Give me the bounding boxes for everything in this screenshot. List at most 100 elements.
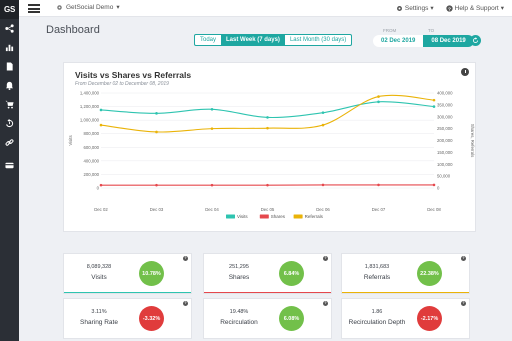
- from-date[interactable]: 02 Dec 2019: [373, 35, 424, 47]
- visits-series-line: [100, 101, 435, 119]
- help-icon: ?: [445, 4, 453, 12]
- sidebar-card-icon[interactable]: [0, 156, 19, 175]
- referrals-data-point: [155, 130, 158, 134]
- menu-toggle-icon[interactable]: [28, 4, 40, 13]
- shares-data-point: [321, 183, 325, 187]
- visits-data-point: [266, 116, 269, 119]
- help-icon[interactable]: ?: [323, 301, 328, 306]
- y-right-tick-label: 100,000: [437, 162, 453, 167]
- stat-accent-bar: [204, 291, 331, 293]
- y-left-tick-label: 1,200,000: [80, 104, 100, 109]
- legend-swatch: [226, 214, 235, 219]
- x-tick-label: Dec 08: [427, 207, 441, 212]
- shares-data-point: [377, 183, 380, 187]
- visits-data-point: [210, 107, 214, 111]
- y-left-tick-label: 1,000,000: [80, 118, 100, 123]
- y-right-axis-label: Shares, Referrals: [470, 124, 475, 157]
- help-icon[interactable]: ?: [323, 256, 328, 261]
- stat-change-badge: -3.32%: [139, 306, 164, 331]
- y-left-tick-label: 800,000: [83, 131, 99, 136]
- stat-value: 1,831,683: [364, 264, 390, 270]
- referrals-data-point: [210, 127, 214, 130]
- stat-value: 3.11%: [91, 309, 107, 315]
- visits-data-point: [377, 100, 380, 104]
- visits-shares-referrals-chart: 0 200,000 400,000 600,000 800,000 1,000,000 1,…: [68, 91, 475, 220]
- help-icon[interactable]: ?: [461, 256, 466, 261]
- gear-icon: [57, 4, 62, 10]
- chevron-down-icon: ▾: [430, 5, 434, 12]
- help-icon[interactable]: ?: [461, 301, 466, 306]
- stat-card-referrals: 1,831,683 Referrals 22.38% ?: [341, 253, 470, 294]
- tab-last-week[interactable]: Last Week (7 days): [221, 35, 285, 45]
- visits-data-point: [432, 105, 436, 108]
- legend-label: Shares: [271, 214, 286, 219]
- tab-today[interactable]: Today: [195, 35, 221, 45]
- legend-label: Referrals: [305, 214, 324, 219]
- sidebar-bell-icon[interactable]: [0, 76, 19, 95]
- help-icon[interactable]: ?: [183, 301, 188, 306]
- app-logo[interactable]: GS: [0, 0, 19, 19]
- stat-label: Shares: [228, 274, 250, 281]
- stat-value: 8,089,328: [86, 264, 112, 270]
- sidebar-document-icon[interactable]: [0, 57, 19, 76]
- settings-menu[interactable]: Settings ▾: [396, 4, 434, 12]
- x-tick-label: Dec 03: [150, 207, 164, 212]
- chevron-down-icon: ▾: [116, 4, 120, 11]
- y-left-tick-label: 200,000: [83, 172, 99, 177]
- stat-label: Recirculation Depth: [348, 319, 406, 326]
- tab-last-month[interactable]: Last Month (30 days): [285, 35, 351, 45]
- help-icon[interactable]: ?: [183, 256, 188, 261]
- visits-data-point: [321, 111, 325, 114]
- stat-change-badge: 22.38%: [417, 261, 442, 286]
- y-left-tick-label: 600,000: [83, 145, 99, 150]
- visits-data-point: [155, 112, 158, 115]
- stat-value: 251,295: [229, 264, 249, 270]
- from-label: FROM: [383, 28, 397, 33]
- referrals-data-point: [432, 98, 436, 102]
- y-right-tick-label: 200,000: [437, 138, 453, 143]
- top-bar: GetSocial Demo ▾ Settings ▾ ? Help & Sup…: [19, 0, 512, 17]
- x-tick-label: Dec 05: [261, 207, 275, 212]
- stat-accent-bar: [64, 291, 191, 293]
- sidebar-history-icon[interactable]: [0, 114, 19, 133]
- stat-value: 19.48%: [229, 309, 249, 315]
- sidebar-share-icon[interactable]: [0, 19, 19, 38]
- refresh-button[interactable]: [470, 35, 481, 46]
- sidebar-bar-chart-icon[interactable]: [0, 38, 19, 57]
- stat-accent-bar: [342, 291, 469, 293]
- to-label: TO: [428, 28, 435, 33]
- y-left-tick-label: 1,400,000: [80, 91, 100, 96]
- chart-card: Visits vs Shares vs Referrals From Decem…: [63, 62, 476, 232]
- to-date[interactable]: 08 Dec 2019: [423, 35, 474, 47]
- date-range-tabs: Today Last Week (7 days) Last Month (30 …: [194, 34, 353, 46]
- y-right-tick-label: 350,000: [437, 102, 453, 107]
- shares-data-point: [432, 183, 436, 187]
- legend-swatch: [293, 214, 303, 219]
- stat-label: Recirculation: [220, 319, 258, 326]
- legend-label: Visits: [237, 214, 248, 219]
- stat-change-badge: 6.84%: [279, 261, 304, 286]
- x-tick-label: Dec 06: [316, 207, 330, 212]
- y-right-tick-label: 0: [437, 186, 440, 191]
- page-title: Dashboard: [46, 24, 100, 36]
- referrals-data-point: [321, 123, 325, 127]
- stat-change-badge: -2.17%: [417, 306, 442, 331]
- sidebar-link-icon[interactable]: [0, 133, 19, 152]
- stat-change-badge: 10.78%: [139, 261, 164, 286]
- referrals-data-point: [99, 123, 103, 127]
- stat-card-visits: 8,089,328 Visits 10.78% ?: [63, 253, 192, 294]
- chevron-down-icon: ▾: [500, 5, 504, 12]
- x-tick-label: Dec 02: [94, 207, 108, 212]
- stat-card-recirculation: 19.48% Recirculation 6.08% ?: [203, 298, 332, 339]
- account-selector[interactable]: GetSocial Demo ▾: [56, 3, 120, 11]
- settings-gear-icon: [396, 5, 402, 11]
- sidebar-cart-icon[interactable]: [0, 95, 19, 114]
- date-range-picker: 02 Dec 2019 08 Dec 2019: [373, 35, 474, 47]
- y-right-tick-label: 300,000: [437, 114, 453, 119]
- stat-card-shares: 251,295 Shares 6.84% ?: [203, 253, 332, 294]
- referrals-data-point: [266, 126, 269, 130]
- stat-value: 1.86: [371, 309, 383, 315]
- help-menu[interactable]: ? Help & Support ▾: [445, 4, 504, 12]
- stat-change-badge: 6.08%: [279, 306, 304, 331]
- y-left-tick-label: 0: [97, 186, 100, 191]
